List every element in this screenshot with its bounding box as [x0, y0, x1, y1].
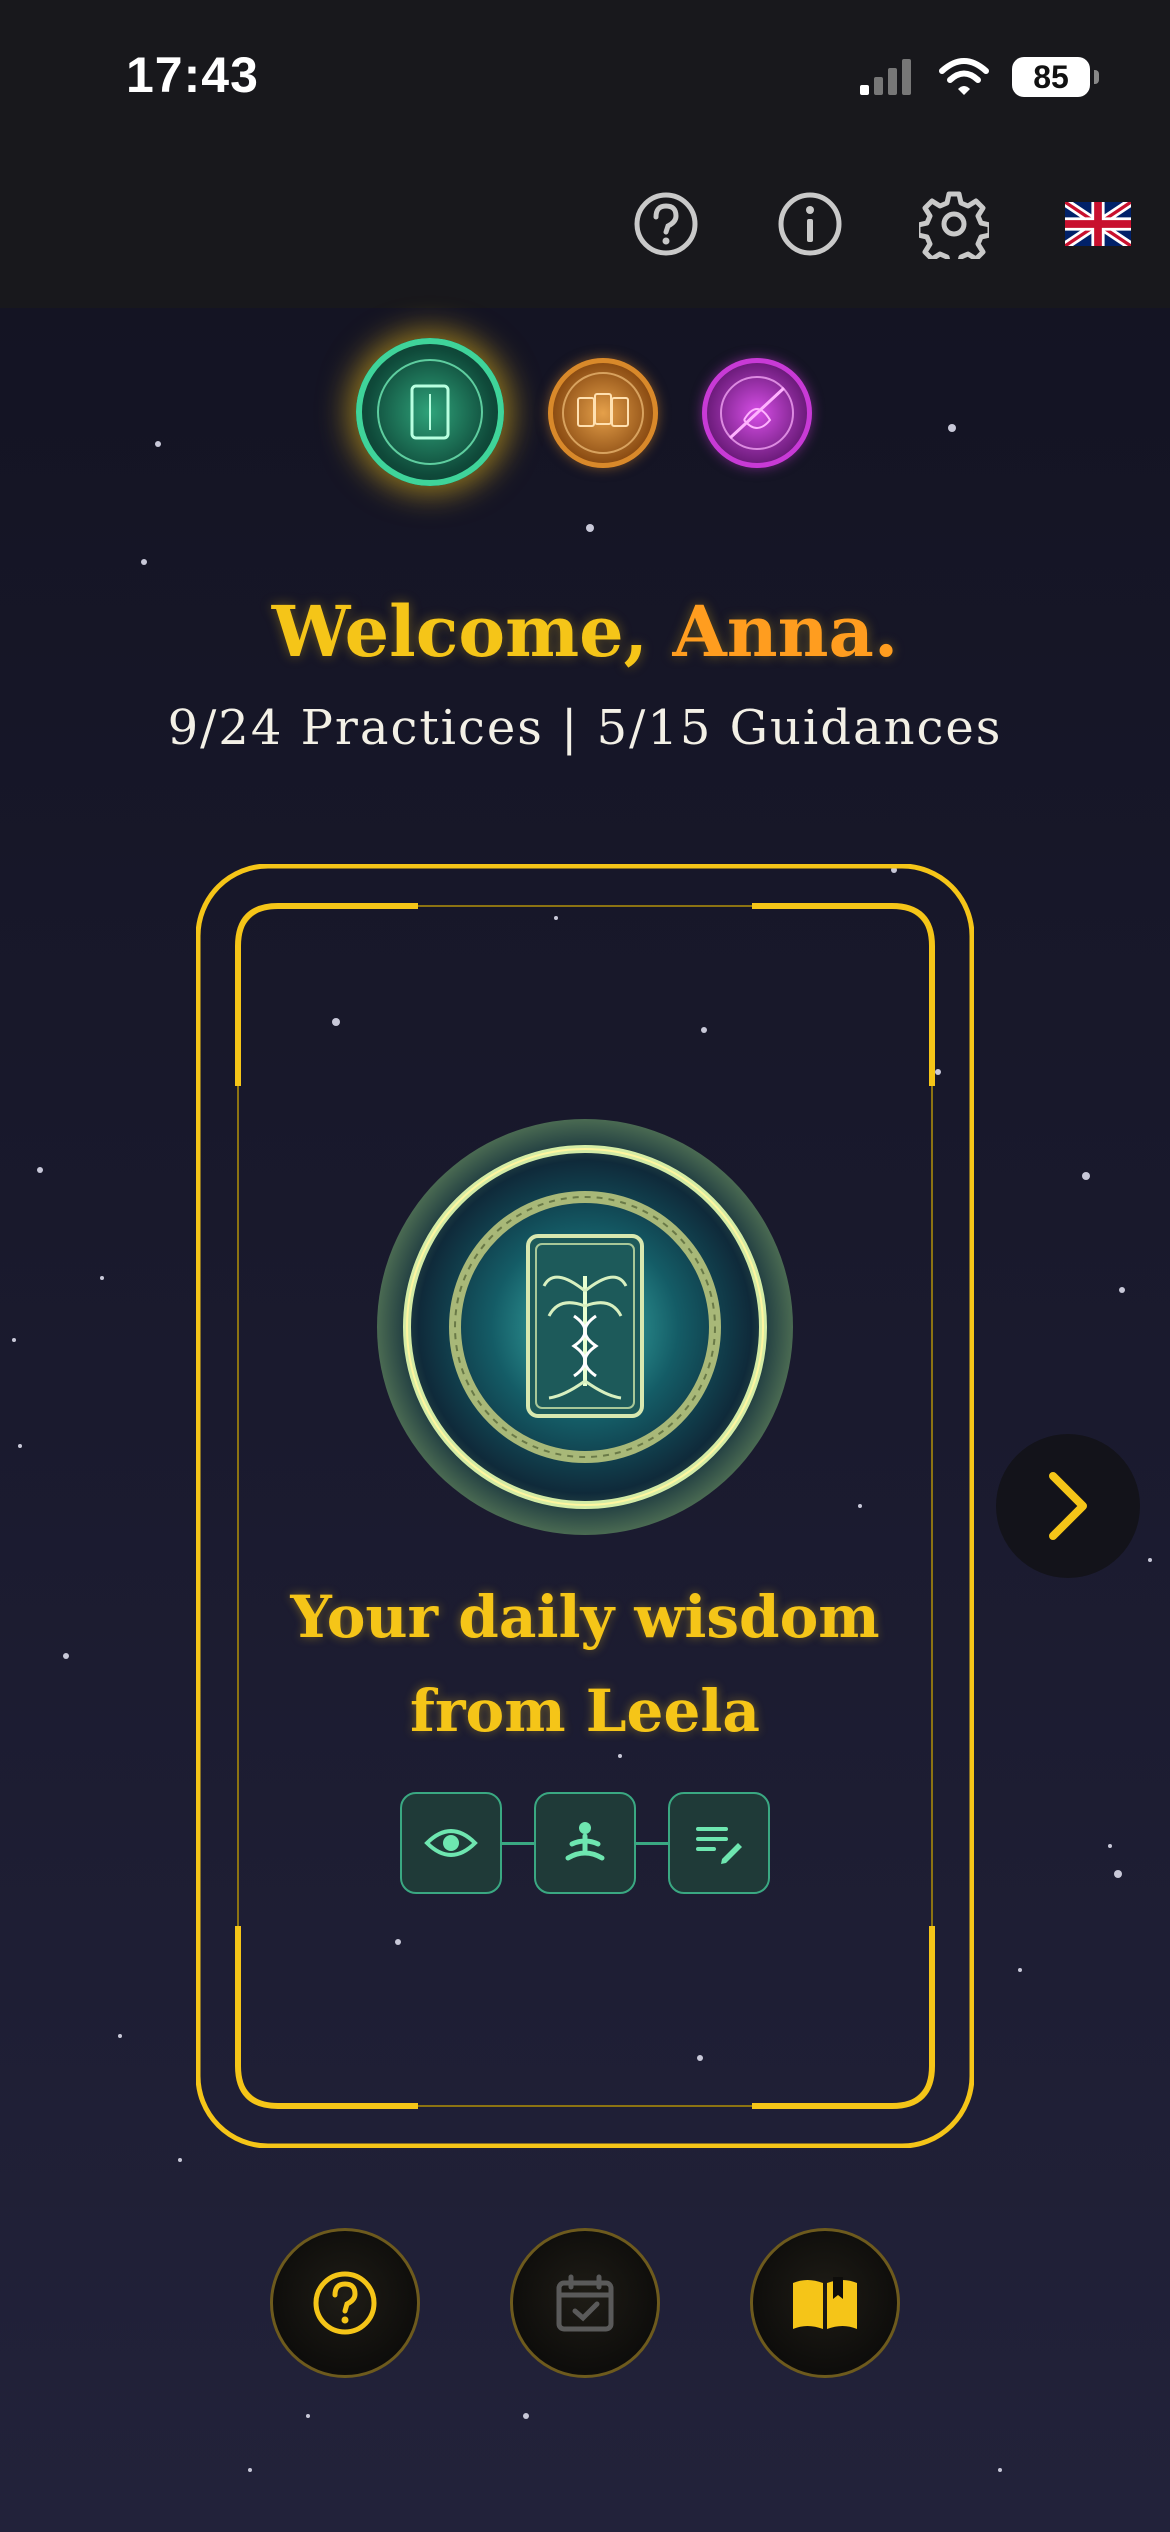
battery-indicator: 85 — [1012, 57, 1099, 97]
calendar-check-icon — [556, 2274, 614, 2332]
progress-summary: 9/24 Practices | 5/15 Guidances — [167, 700, 1003, 756]
next-card-button[interactable] — [996, 1434, 1140, 1578]
uk-flag-icon[interactable] — [1056, 182, 1140, 266]
tarot-medal-active[interactable] — [356, 338, 504, 486]
wifi-icon — [939, 58, 989, 95]
help-nav-button[interactable] — [270, 2228, 420, 2378]
mode-connector — [636, 1842, 668, 1845]
help-icon[interactable] — [624, 182, 708, 266]
book-icon — [793, 2277, 857, 2329]
eye-icon — [424, 1829, 478, 1857]
status-indicators: 85 — [856, 52, 1099, 102]
info-icon[interactable] — [768, 182, 852, 266]
view-mode-button[interactable] — [400, 1792, 502, 1894]
meditate-mode-button[interactable] — [534, 1792, 636, 1894]
journal-mode-button[interactable] — [668, 1792, 770, 1894]
title-line-2: from Leela — [410, 1677, 760, 1745]
chevron-right-icon — [1049, 1472, 1087, 1540]
calendar-nav-button[interactable] — [510, 2228, 660, 2378]
welcome-heading: Welcome, Anna. — [0, 590, 1170, 673]
mode-connector — [502, 1842, 534, 1845]
cards-medal[interactable] — [548, 358, 658, 468]
signal-icon — [860, 59, 911, 95]
help-icon — [313, 2271, 377, 2335]
meditation-icon — [565, 1822, 605, 1861]
cosmic-medal[interactable] — [702, 358, 812, 468]
welcome-prefix: Welcome, — [271, 590, 673, 673]
settings-icon[interactable] — [912, 182, 996, 266]
title-line-1: Your daily wisdom — [290, 1583, 880, 1651]
status-time: 17:43 — [126, 47, 259, 103]
tree-of-life-emblem — [377, 1119, 793, 1535]
user-name: Anna. — [672, 590, 899, 673]
book-nav-button[interactable] — [750, 2228, 900, 2378]
journal-icon — [696, 1827, 742, 1864]
daily-wisdom-title: Your daily wisdom from Leela — [196, 1570, 974, 1758]
